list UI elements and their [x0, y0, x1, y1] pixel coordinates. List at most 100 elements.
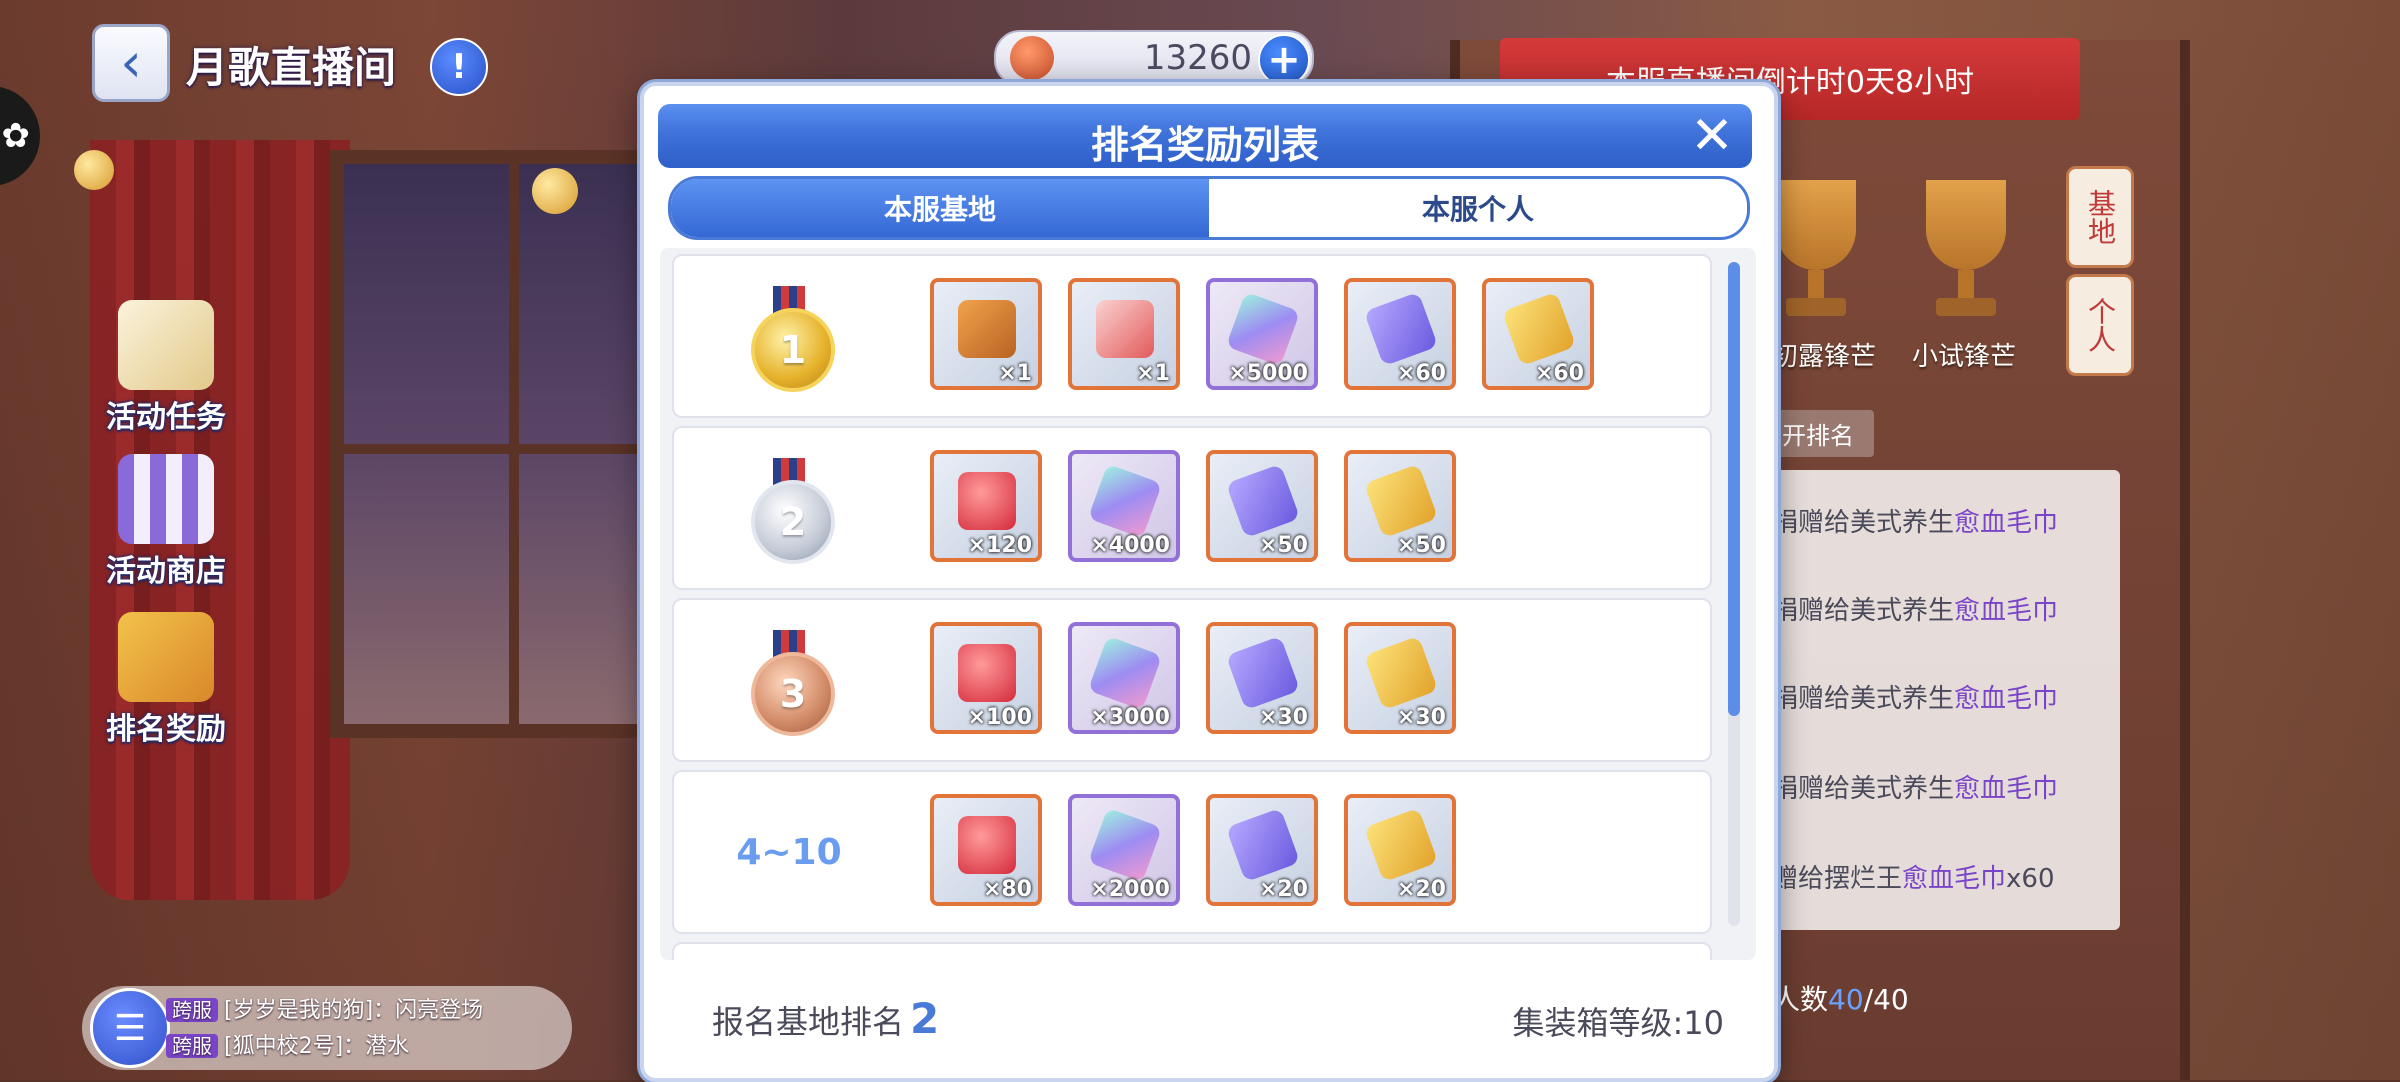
reward-item[interactable]: ×60: [1344, 278, 1456, 390]
info-button[interactable]: !: [430, 38, 488, 96]
gold-card-icon: [1363, 807, 1439, 883]
side-tab-personal[interactable]: 个人: [2066, 274, 2134, 376]
feed-line: 赠给摆烂王愈血毛巾x60: [1772, 864, 2055, 894]
feed-line: 捐赠给美式养生愈血毛巾: [1772, 774, 2059, 804]
shop-stall-icon: [118, 454, 214, 544]
reward-row: 2 ×120 ×4000 ×50 ×50: [672, 426, 1712, 590]
crystal-icon: [1087, 463, 1163, 539]
signup-rank: 报名基地排名 2: [712, 994, 940, 1043]
currency-bar: 13260 +: [994, 30, 1314, 86]
reward-item[interactable]: ×4000: [1068, 450, 1180, 562]
ticket-icon: [1096, 300, 1154, 358]
feed-line: 捐赠给美式养生愈血毛巾: [1772, 596, 2059, 626]
side-tab-base[interactable]: 基地: [2066, 166, 2134, 268]
add-currency-button[interactable]: +: [1258, 34, 1310, 86]
reward-items: ×1 ×1 ×5000 ×60 ×60: [930, 278, 1620, 390]
purple-card-icon: [1225, 463, 1301, 539]
feed-line: 捐赠给美式养生愈血毛巾: [1772, 684, 2059, 714]
purple-card-icon: [1225, 635, 1301, 711]
reward-item[interactable]: ×20: [1206, 794, 1318, 906]
red-cube-icon: [958, 816, 1016, 874]
reward-items: ×80 ×2000 ×20 ×20: [930, 794, 1482, 906]
menu-label: 排名奖励: [106, 712, 226, 747]
reward-item[interactable]: ×50: [1344, 450, 1456, 562]
menu-event-tasks[interactable]: 活动任务: [96, 300, 236, 436]
red-cube-icon: [958, 644, 1016, 702]
purple-card-icon: [1363, 291, 1439, 367]
scrollbar-thumb[interactable]: [1728, 262, 1740, 716]
reward-list[interactable]: 1 ×1 ×1 ×5000 ×60 ×60 2 ×120 ×4000 ×50 ×…: [660, 248, 1756, 960]
menu-rank-rewards[interactable]: 排名奖励: [96, 612, 236, 748]
page-title: 月歌直播间: [186, 43, 397, 92]
gold-card-icon: [1363, 463, 1439, 539]
chat-line: 跨服 [岁岁是我的狗]：闪亮登场: [166, 992, 483, 1024]
red-cube-icon: [958, 472, 1016, 530]
rank-cell: 3: [704, 600, 874, 760]
rank-cell: 1: [704, 256, 874, 416]
rank-cell: 4~10: [704, 772, 874, 932]
open-rank-label: 开排名: [1762, 410, 1874, 457]
gold-medal-icon: 1: [749, 286, 835, 392]
reward-row: 3 ×100 ×3000 ×30 ×30: [672, 598, 1712, 762]
menu-event-shop[interactable]: 活动商店: [96, 454, 236, 590]
tab-server-base[interactable]: 本服基地: [671, 179, 1209, 237]
close-icon: ✕: [1690, 106, 1734, 166]
reward-item[interactable]: ×120: [930, 450, 1042, 562]
chat-line: 跨服 [狐中校2号]：潜水: [166, 1028, 409, 1060]
trophy-label: 初露锋芒: [1772, 342, 1877, 372]
reward-row: 1 ×1 ×1 ×5000 ×60 ×60: [672, 254, 1712, 418]
reward-item[interactable]: ×30: [1344, 622, 1456, 734]
crystal-icon: [1087, 635, 1163, 711]
bronze-medal-icon: 3: [749, 630, 835, 736]
menu-label: 活动任务: [106, 400, 226, 435]
reward-items: ×120 ×4000 ×50 ×50: [930, 450, 1482, 562]
reward-item[interactable]: ×1: [930, 278, 1042, 390]
scrollbar[interactable]: [1728, 262, 1740, 926]
crate-icon: [958, 300, 1016, 358]
reward-item[interactable]: ×50: [1206, 450, 1318, 562]
rank-cell: 2: [704, 428, 874, 588]
reward-item[interactable]: ×60: [1482, 278, 1594, 390]
trophy-icon: [1906, 180, 2026, 320]
chat-bubble-icon[interactable]: ☰: [90, 988, 170, 1068]
reward-item[interactable]: ×1: [1068, 278, 1180, 390]
gift-box-icon: [118, 612, 214, 702]
purple-card-icon: [1225, 807, 1301, 883]
city-window: [330, 150, 688, 738]
hanging-ornament: [532, 168, 578, 214]
reward-item[interactable]: ×2000: [1068, 794, 1180, 906]
reward-item[interactable]: ×80: [930, 794, 1042, 906]
rank-reward-modal: 排名奖励列表 ✕ 本服基地 本服个人 1 ×1 ×1 ×5000 ×60 ×60: [640, 82, 1778, 1082]
reward-item[interactable]: ×30: [1206, 622, 1318, 734]
menu-label: 活动商店: [106, 554, 226, 589]
fox-coin-icon: [1010, 36, 1054, 80]
member-count: 人数40/40: [1772, 983, 1909, 1016]
info-icon: !: [451, 47, 467, 87]
modal-header: 排名奖励列表 ✕: [658, 104, 1752, 168]
reward-item[interactable]: ×3000: [1068, 622, 1180, 734]
tab-server-personal[interactable]: 本服个人: [1209, 179, 1747, 237]
rank-range-label: 4~10: [736, 831, 842, 873]
reward-row: 4~10 ×80 ×2000 ×20 ×20: [672, 770, 1712, 934]
crystal-icon: [1087, 807, 1163, 883]
silver-medal-icon: 2: [749, 458, 835, 564]
back-button[interactable]: ‹: [92, 24, 170, 102]
crystal-icon: [1225, 291, 1301, 367]
reward-item[interactable]: ×100: [930, 622, 1042, 734]
reward-item[interactable]: ×20: [1344, 794, 1456, 906]
chevron-left-icon: ‹: [120, 31, 142, 94]
task-scroll-icon: [118, 300, 214, 390]
gold-card-icon: [1501, 291, 1577, 367]
currency-amount: 13260: [1143, 38, 1252, 78]
trophy-label: 小试锋芒: [1912, 342, 2017, 372]
hanging-ornament: [74, 150, 114, 190]
reward-items: ×100 ×3000 ×30 ×30: [930, 622, 1482, 734]
modal-title: 排名奖励列表: [1090, 123, 1319, 167]
reward-row-partial: [672, 942, 1712, 960]
signup-rank-value: 2: [910, 994, 940, 1043]
gold-card-icon: [1363, 635, 1439, 711]
close-button[interactable]: ✕: [1686, 110, 1738, 162]
feed-line: 捐赠给美式养生愈血毛巾: [1772, 508, 2059, 538]
container-level: 集装箱等级:10: [1512, 1004, 1724, 1042]
reward-item[interactable]: ×5000: [1206, 278, 1318, 390]
